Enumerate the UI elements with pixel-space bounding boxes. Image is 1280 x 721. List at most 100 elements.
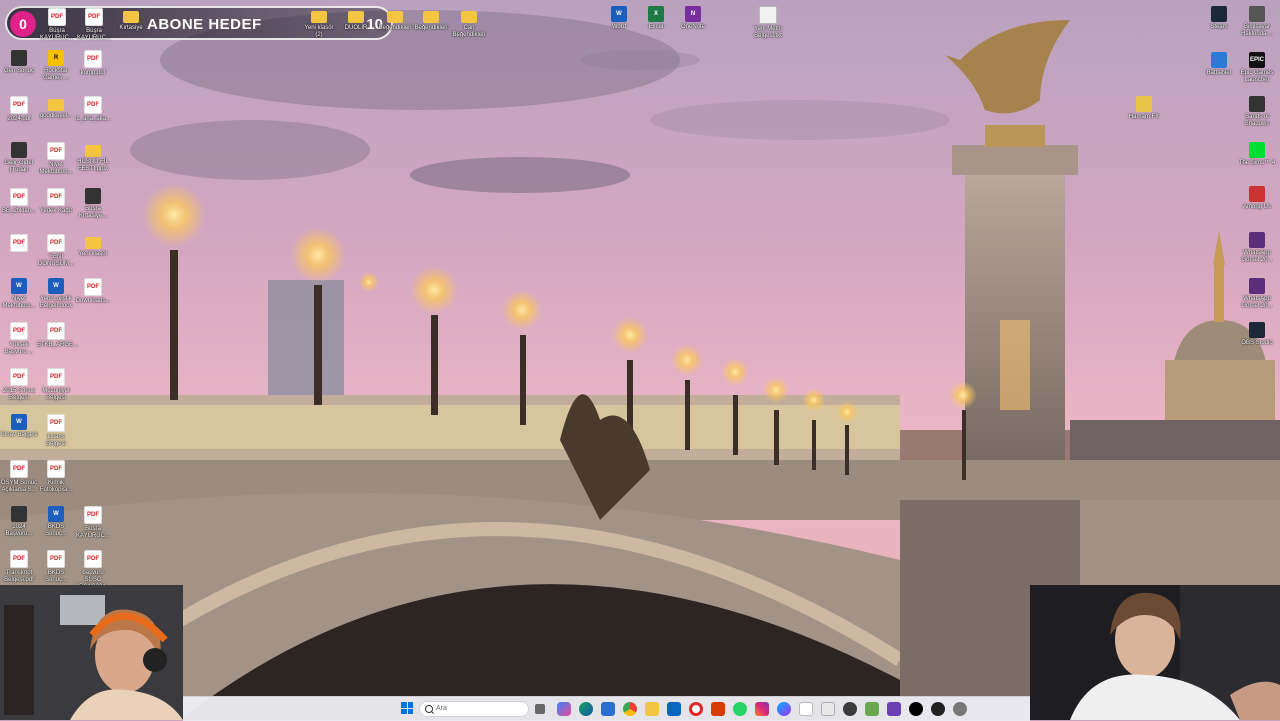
desktop-icon[interactable]: Hamam FX: [1125, 96, 1163, 121]
desktop-icon-label: Büşra Kırtasiye...: [78, 206, 108, 219]
capcut-icon[interactable]: [909, 702, 923, 716]
desktop-icon[interactable]: W Sınav Belgesi: [0, 414, 38, 439]
desktop-icon[interactable]: [0, 234, 38, 254]
copilot-icon[interactable]: [557, 702, 571, 716]
desktop-icon[interactable]: Bilgisayar Hakkında ...: [1238, 6, 1276, 38]
desktop-icon-label: Büşra KAYURUC...: [77, 28, 111, 41]
desktop-icon-obs[interactable]: OBS Studio: [1238, 322, 1276, 347]
desktop-icon[interactable]: DUOLİR: [337, 8, 375, 32]
desktop-icon-label: Yüksek Başvuru ...: [4, 342, 34, 355]
desktop-icon-label: Sands of Shadows: [1244, 114, 1270, 127]
desktop-icon[interactable]: Gelir-Gider (Tüdan: [0, 142, 38, 174]
desktop-icon-label: Niyet Mektubum...: [39, 162, 73, 175]
messenger-icon[interactable]: [777, 702, 791, 716]
edge-icon[interactable]: [579, 702, 593, 716]
desktop-icon[interactable]: Beğendikleri: [376, 8, 414, 32]
desktop-icon-onenote[interactable]: N OneNote: [674, 6, 712, 31]
pdf-icon: [10, 188, 28, 206]
office-icon[interactable]: [711, 702, 725, 716]
settings-icon[interactable]: [953, 702, 967, 716]
vs-icon[interactable]: [887, 702, 901, 716]
whatsapp-icon[interactable]: [733, 702, 747, 716]
desktop-icon-label: Rockstar Games ...: [42, 68, 69, 81]
photos-icon[interactable]: [799, 702, 813, 716]
desktop-icon[interactable]: Büşra Kırtasiye...: [74, 188, 112, 220]
desktop-icon[interactable]: Yeni klasör (2): [300, 8, 338, 39]
desktop-icon[interactable]: YENİ DÖNÜŞÜM...: [37, 234, 75, 268]
desktop-icon-label: Yeni klasör: [78, 251, 108, 257]
desktop-icon[interactable]: WhatsApp Görsel 20...: [1238, 278, 1276, 310]
desktop-icon[interactable]: Sands of Shadows: [1238, 96, 1276, 128]
excel-icon: X: [648, 6, 664, 22]
desktop-icon-excel[interactable]: X Excel: [637, 6, 675, 31]
desktop-icon-label: Yeni klasör (2): [304, 25, 334, 38]
desktop-icon[interactable]: Beğendikleri: [412, 8, 450, 32]
folder-icon: [85, 145, 101, 157]
desktop-icon[interactable]: Mezuniyet Belgesi: [37, 368, 75, 402]
search-placeholder: Ara: [436, 705, 447, 712]
desktop-icon-epic[interactable]: EPIC Epic Games Launcher: [1238, 52, 1276, 84]
desktop-icon-among-us[interactable]: Among Us: [1238, 186, 1276, 211]
desktop-icon[interactable]: Yeni klasör: [74, 234, 112, 258]
desktop-icon[interactable]: Büşra KAYURUC...: [38, 8, 76, 42]
folder-icon: [311, 11, 327, 23]
desktop-icon[interactable]: 2024.pdf: [0, 96, 38, 123]
desktop-icon[interactable]: BB_2tıklan...: [0, 188, 38, 215]
desktop-icon-label: OBS Studio: [1241, 340, 1273, 346]
desktop-icon-steam[interactable]: Steam: [1200, 6, 1238, 31]
desktop-icon[interactable]: BKDS Sonuç...: [37, 550, 75, 584]
opera-icon[interactable]: [689, 702, 703, 716]
chrome-icon[interactable]: [623, 702, 637, 716]
instagram-icon[interactable]: [755, 702, 769, 716]
desktop-icon[interactable]: Kimlik Fotokopisi...: [37, 460, 75, 494]
desktop-icon-sims[interactable]: The Sims™ 4: [1238, 142, 1276, 167]
media-player-icon[interactable]: [931, 702, 945, 716]
minecraft-icon[interactable]: [865, 702, 879, 716]
desktop-icon[interactable]: komp.pdf: [74, 50, 112, 77]
desktop-icon[interactable]: Yedek Kağıt: [37, 188, 75, 215]
pdf-icon: [84, 50, 102, 68]
desktop-icon[interactable]: W BKDS Sonuç...: [37, 506, 75, 538]
file-explorer-icon[interactable]: [645, 702, 659, 716]
desktop-icon[interactable]: W Niyet Mektubum...: [0, 278, 38, 310]
taskbar-search-input[interactable]: Ara: [419, 701, 529, 717]
desktop-icon[interactable]: 2015 Sonuç Belgesi: [0, 368, 38, 402]
desktop-icon[interactable]: WhatsApp Görsel 20...: [1238, 232, 1276, 264]
word-icon: W: [48, 506, 64, 522]
desktop-icon[interactable]: W Yeni Lojistik Belgeli.docx: [37, 278, 75, 310]
desktop-icon[interactable]: Kırtasiye: [112, 8, 150, 32]
desktop-icon-label: Kimlik Fotokopisi...: [39, 480, 73, 493]
desktop-icon[interactable]: ıc_ana_aka...: [74, 96, 112, 123]
search-icon: [425, 705, 433, 713]
word-icon: W: [11, 414, 27, 430]
desktop-icon[interactable]: goodkeyel...: [37, 96, 75, 120]
desktop-icon[interactable]: Transkript Belgesi.pdf: [0, 550, 38, 584]
desktop-icon-word[interactable]: W Word: [600, 6, 638, 31]
start-button[interactable]: [401, 702, 413, 714]
desktop-icon-label: Beğendikleri: [378, 25, 412, 31]
desktop-icon[interactable]: HÜSNÜ FİL FESTİ.pptx: [74, 142, 112, 173]
desktop-icon[interactable]: ÖSYM Sonuç Açıklama S...: [0, 460, 38, 494]
desktop-icon-label: DUOLİR: [344, 25, 368, 31]
desktop-icon-battlenet[interactable]: BattleNet: [1200, 52, 1238, 77]
store-icon[interactable]: [601, 702, 615, 716]
desktop-icon[interactable]: Downloads...: [74, 278, 112, 305]
desktop-icon[interactable]: ETKB_ARGE...: [37, 322, 78, 349]
desktop-icon[interactable]: 2024 Başvuru...: [0, 506, 38, 538]
desktop-icon[interactable]: Rockstar Games ...: [37, 50, 75, 82]
app-icon: [11, 142, 27, 158]
task-view-icon[interactable]: [535, 704, 545, 714]
desktop-icon[interactable]: Gen Sonuç: [0, 50, 38, 75]
pdf-icon: [10, 322, 28, 340]
desktop-icon[interactable]: Yüksek Başvuru ...: [0, 322, 38, 356]
notepad-icon[interactable]: [821, 702, 835, 716]
desktop-icon[interactable]: Büşra KAYURUC...: [75, 8, 113, 42]
spotify-icon[interactable]: [843, 702, 857, 716]
desktop-icon[interactable]: Lisans Belgesi: [37, 414, 75, 448]
desktop-icon[interactable]: Niyet Mektubum...: [37, 142, 75, 176]
desktop-icon[interactable]: Can Beğendikleri: [450, 8, 488, 39]
desktop-icon-label: OneNote: [680, 24, 705, 30]
desktop-icon-textfile[interactable]: Yeni Metin Belgesi.txt: [749, 6, 787, 40]
mail-icon[interactable]: [667, 702, 681, 716]
desktop-icon[interactable]: Büşra KAYURUC...: [74, 506, 112, 540]
